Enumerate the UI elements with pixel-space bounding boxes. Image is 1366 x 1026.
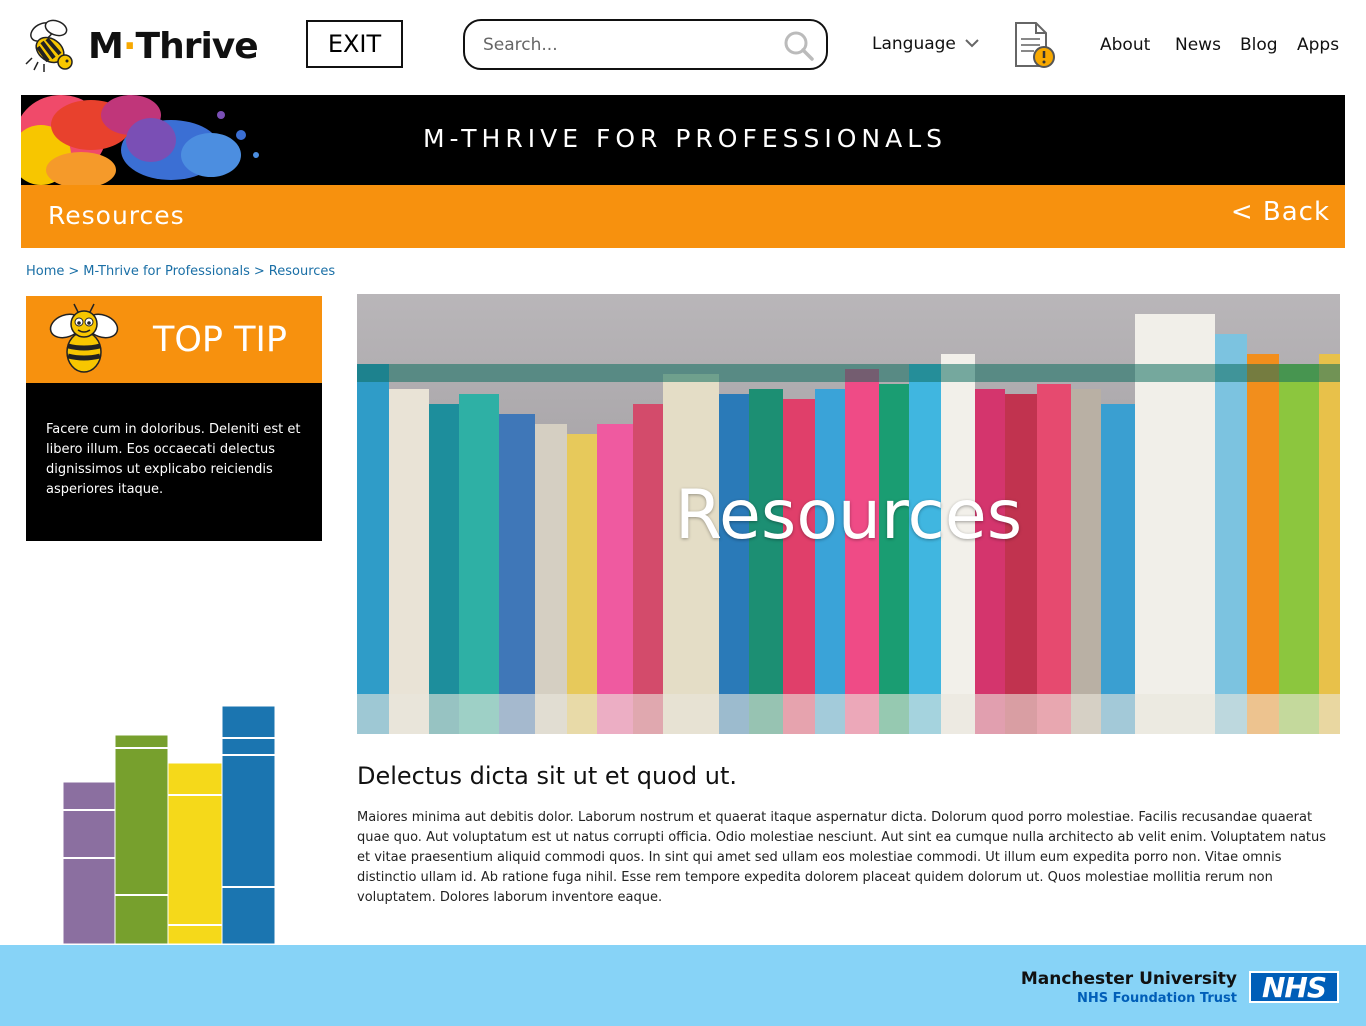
- document-alert-icon[interactable]: [1012, 21, 1058, 73]
- back-link[interactable]: < Back: [1231, 197, 1330, 227]
- breadcrumb-home[interactable]: Home: [26, 264, 64, 279]
- exit-button[interactable]: EXIT: [306, 20, 403, 68]
- hero-image: Resources: [357, 294, 1340, 734]
- nav-news[interactable]: News: [1175, 35, 1221, 55]
- subbar-title: Resources: [48, 201, 185, 230]
- content-heading: Delectus dicta sit ut et quod ut.: [357, 762, 737, 790]
- banner-title: M-THRIVE FOR PROFESSIONALS: [422, 124, 948, 153]
- top-tip-title: TOP TIP: [153, 320, 287, 360]
- breadcrumb-professionals[interactable]: M-Thrive for Professionals: [83, 264, 250, 279]
- bee-logo-icon: [22, 14, 82, 78]
- nav-about[interactable]: About: [1100, 35, 1150, 55]
- site-footer: Manchester University NHS Foundation Tru…: [0, 945, 1366, 1026]
- language-selector[interactable]: Language: [872, 34, 980, 54]
- top-tip-text: Facere cum in doloribus. Deleniti est et…: [26, 383, 322, 541]
- bee-mascot-icon: [44, 302, 124, 382]
- nhs-logo[interactable]: NHS: [1249, 971, 1339, 1004]
- org-name: Manchester University: [1020, 969, 1237, 989]
- nav-apps[interactable]: Apps: [1297, 35, 1339, 55]
- books-illustration: [60, 700, 280, 950]
- breadcrumb: Home > M-Thrive for Professionals > Resource…: [26, 264, 336, 279]
- search-box: [463, 19, 828, 70]
- section-banner: M-THRIVE FOR PROFESSIONALS: [21, 95, 1345, 185]
- logo-text: M·Thrive: [88, 25, 259, 67]
- m-thrive-logo[interactable]: M·Thrive: [22, 14, 259, 78]
- site-header: M·Thrive EXIT Language About News: [0, 0, 1366, 95]
- org-subtitle: NHS Foundation Trust: [1077, 991, 1237, 1006]
- hero-title: Resources: [674, 476, 1023, 555]
- section-subbar: Resources < Back: [21, 185, 1345, 248]
- content-paragraph: Maiores minima aut debitis dolor. Laboru…: [357, 810, 1327, 905]
- search-icon[interactable]: [782, 29, 816, 67]
- language-label: Language: [872, 34, 956, 54]
- search-input[interactable]: [483, 31, 773, 59]
- breadcrumb-resources[interactable]: Resources: [269, 264, 335, 279]
- top-tip-header: TOP TIP: [26, 296, 322, 383]
- nav-blog[interactable]: Blog: [1240, 35, 1278, 55]
- chevron-down-icon: [964, 34, 980, 54]
